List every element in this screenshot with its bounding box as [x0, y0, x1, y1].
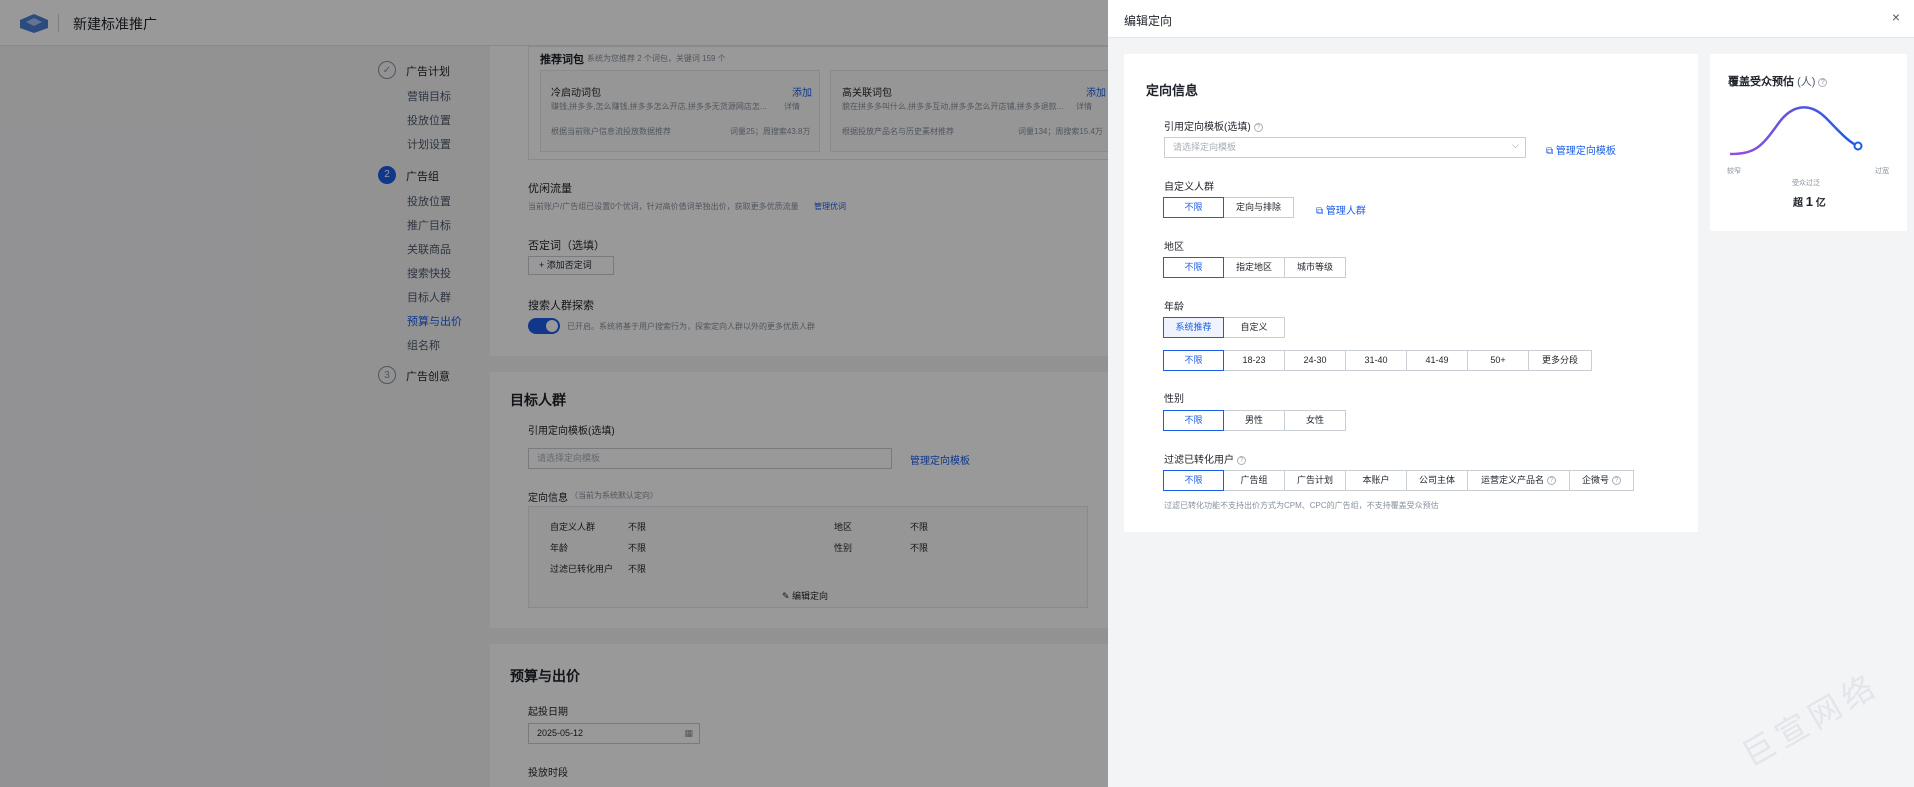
- template-select[interactable]: 请选择定向模板: [1164, 137, 1526, 158]
- gender-segmented: 不限 男性 女性: [1163, 410, 1346, 431]
- modal-mask[interactable]: [0, 0, 1108, 787]
- scale-center: 受众过泛: [1792, 180, 1820, 187]
- option[interactable]: 不限: [1163, 410, 1224, 431]
- filter-note: 过滤已转化功能不支持出价方式为CPM、CPC的广告组，不支持覆盖受众预估: [1164, 501, 1439, 510]
- age-range-segmented: 不限 18-23 24-30 31-40 41-49 50+ 更多分段: [1163, 350, 1592, 371]
- scale-left: 较窄: [1727, 168, 1741, 175]
- option[interactable]: 不限: [1163, 197, 1224, 218]
- filter-segmented: 不限 广告组 广告计划 本账户 公司主体 运营定义产品名? 企微号?: [1163, 470, 1634, 491]
- option[interactable]: 广告组: [1223, 470, 1285, 491]
- option[interactable]: 不限: [1163, 470, 1224, 491]
- region-label: 地区: [1164, 242, 1184, 253]
- drawer-title: 编辑定向: [1124, 14, 1173, 28]
- manage-template-link[interactable]: ⧉ 管理定向模板: [1546, 142, 1616, 157]
- option[interactable]: 50+: [1467, 350, 1529, 371]
- option[interactable]: 41-49: [1406, 350, 1468, 371]
- option[interactable]: 运营定义产品名?: [1467, 470, 1570, 491]
- manage-crowd-link[interactable]: ⧉ 管理人群: [1316, 202, 1366, 217]
- option[interactable]: 自定义: [1223, 317, 1285, 338]
- option[interactable]: 本账户: [1345, 470, 1407, 491]
- option[interactable]: 不限: [1163, 350, 1224, 371]
- gender-label: 性别: [1164, 394, 1184, 405]
- option[interactable]: 城市等级: [1284, 257, 1346, 278]
- option[interactable]: 女性: [1284, 410, 1346, 431]
- help-icon: ?: [1253, 122, 1263, 132]
- option[interactable]: 男性: [1223, 410, 1285, 431]
- estimate-title: 覆盖受众预估 (人)?: [1728, 73, 1828, 89]
- age-label: 年龄: [1164, 302, 1184, 313]
- option[interactable]: 指定地区: [1223, 257, 1285, 278]
- option[interactable]: 不限: [1163, 257, 1224, 278]
- option[interactable]: 更多分段: [1528, 350, 1592, 371]
- option[interactable]: 公司主体: [1406, 470, 1468, 491]
- estimate-marker: [1853, 141, 1863, 151]
- option[interactable]: 广告计划: [1284, 470, 1346, 491]
- drawer-header: 编辑定向 ×: [1108, 0, 1914, 38]
- option[interactable]: 定向与排除: [1223, 197, 1294, 218]
- close-icon[interactable]: ×: [1892, 9, 1900, 25]
- option[interactable]: 24-30: [1284, 350, 1346, 371]
- option[interactable]: 18-23: [1223, 350, 1285, 371]
- watermark: 巨宣网络: [1736, 666, 1886, 774]
- help-icon: ?: [1612, 476, 1621, 486]
- target-form: 定向信息 引用定向模板(选填)? 请选择定向模板 ⌵ ⧉ 管理定向模板 自定义人…: [1124, 54, 1698, 532]
- help-icon: ?: [1818, 77, 1828, 87]
- estimate-curve: [1729, 106, 1863, 156]
- custom-label: 自定义人群: [1164, 182, 1214, 193]
- custom-segmented: 不限 定向与排除: [1163, 197, 1294, 218]
- help-icon: ?: [1547, 476, 1556, 486]
- scale-right: 过宽: [1875, 168, 1889, 175]
- chevron-down-icon: ⌵: [1512, 140, 1519, 150]
- template-label: 引用定向模板(选填)?: [1164, 118, 1263, 133]
- edit-target-drawer: 编辑定向 × 定向信息 引用定向模板(选填)? 请选择定向模板 ⌵ ⧉ 管理定向…: [1108, 0, 1914, 787]
- option[interactable]: 系统推荐: [1163, 317, 1224, 338]
- form-title: 定向信息: [1146, 83, 1199, 98]
- estimate-card: 覆盖受众预估 (人)? 较窄 过宽 受众过泛 超 1 亿: [1710, 54, 1907, 231]
- filter-label: 过滤已转化用户?: [1164, 451, 1246, 466]
- option[interactable]: 企微号?: [1569, 470, 1634, 491]
- external-link-icon: ⧉: [1546, 146, 1556, 157]
- option[interactable]: 31-40: [1345, 350, 1407, 371]
- region-segmented: 不限 指定地区 城市等级: [1163, 257, 1346, 278]
- estimate-value: 超 1 亿: [1793, 194, 1826, 209]
- external-link-icon: ⧉: [1316, 206, 1326, 217]
- age-mode-segmented: 系统推荐 自定义: [1163, 317, 1285, 338]
- help-icon: ?: [1237, 455, 1246, 465]
